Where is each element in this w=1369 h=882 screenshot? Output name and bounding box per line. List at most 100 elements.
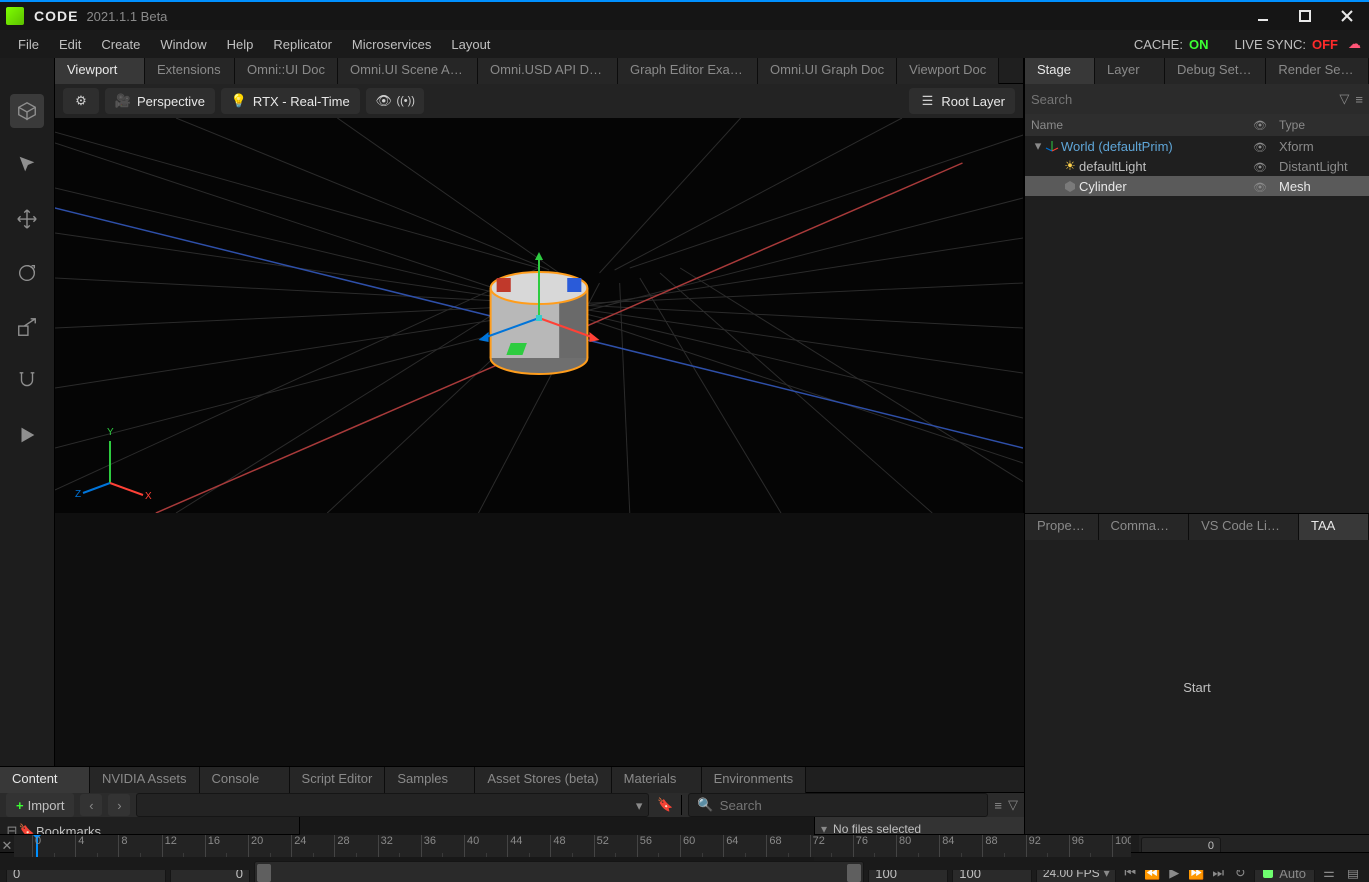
tab-viewport-doc[interactable]: Viewport Doc — [897, 58, 999, 84]
stage-row-cylinder[interactable]: Cylinder Mesh — [1025, 176, 1369, 196]
menu-replicator[interactable]: Replicator — [263, 33, 342, 56]
tab-samples[interactable]: Samples — [385, 767, 475, 793]
viewport-3d[interactable]: Y X Z — [55, 118, 1023, 513]
tab-vs-code-lin-[interactable]: VS Code Lin… — [1189, 514, 1299, 540]
tab-omni-ui-doc[interactable]: Omni::UI Doc — [235, 58, 338, 84]
stage-columns: Name Type — [1025, 114, 1369, 136]
tab-content[interactable]: Content — [0, 767, 90, 793]
rotate-tool-icon[interactable] — [10, 256, 44, 290]
chevron-down-icon: ▾ — [636, 798, 643, 814]
tab-script-editor[interactable]: Script Editor — [290, 767, 386, 793]
tab-commands[interactable]: Commands — [1099, 514, 1190, 540]
stage-tree[interactable]: ▾ World (defaultPrim) Xform ☀ defaultLig… — [1025, 136, 1369, 513]
options-icon[interactable]: ≡ — [1355, 92, 1363, 107]
layer-selector[interactable]: ☰Root Layer — [909, 88, 1015, 114]
bookmark-icon[interactable]: 🔖 — [655, 797, 675, 813]
menu-help[interactable]: Help — [217, 33, 264, 56]
tab-materials[interactable]: Materials — [612, 767, 702, 793]
tab-omni-ui-scene-api-[interactable]: Omni.UI Scene API… — [338, 58, 478, 84]
tree-expander-icon[interactable]: ▾ — [1033, 138, 1043, 154]
visibility-toggle[interactable] — [1247, 179, 1273, 194]
close-button[interactable] — [1337, 6, 1357, 26]
right-panel-tabs: StageLayerDebug Setti…Render Sett… — [1025, 58, 1369, 84]
bulb-icon: 💡 — [231, 93, 247, 109]
content-tab-bar: ContentNVIDIA AssetsConsoleScript Editor… — [0, 767, 1024, 793]
visibility-toggle[interactable] — [1247, 159, 1273, 174]
axes-icon — [1043, 139, 1061, 153]
tab-render-sett-[interactable]: Render Sett… — [1266, 58, 1369, 84]
content-search-input[interactable] — [720, 798, 980, 813]
tab-console[interactable]: Console — [200, 767, 290, 793]
cloud-icon[interactable]: ☁ — [1348, 36, 1361, 52]
app-version: 2021.1.1 Beta — [86, 9, 167, 24]
tab-property[interactable]: Property — [1025, 514, 1099, 540]
play-tool-icon[interactable] — [10, 418, 44, 452]
filter-icon[interactable]: ▽ — [1339, 91, 1349, 107]
cache-label: CACHE: — [1134, 37, 1183, 52]
nav-back-button[interactable]: ‹ — [80, 794, 102, 816]
timeline-ruler[interactable]: 0481216202428323640444852566064687276808… — [14, 835, 1131, 857]
live-sync-label: LIVE SYNC: — [1234, 37, 1306, 52]
stage-search-input[interactable] — [1031, 92, 1333, 107]
tab-omni-usd-api-doc-[interactable]: Omni.USD API Doc… — [478, 58, 618, 84]
tab-environments[interactable]: Environments — [702, 767, 806, 793]
filter-icon[interactable]: ▽ — [1008, 797, 1018, 813]
layers-icon: ☰ — [919, 93, 935, 109]
path-field[interactable]: ▾ — [136, 793, 649, 817]
scale-tool-icon[interactable] — [10, 310, 44, 344]
menu-create[interactable]: Create — [91, 33, 150, 56]
viewport-toolbar: ⚙ 🎥Perspective 💡RTX - Real-Time 👁((•)) ☰… — [55, 84, 1023, 118]
tab-graph-editor-exam-[interactable]: Graph Editor Exam… — [618, 58, 758, 84]
axis-gizmo[interactable]: Y X Z — [75, 423, 155, 503]
menu-file[interactable]: File — [8, 33, 49, 56]
eye-icon: 👁 — [376, 93, 392, 109]
renderer-selector[interactable]: 💡RTX - Real-Time — [221, 88, 360, 114]
stage-row-world-defaultprim-[interactable]: ▾ World (defaultPrim) Xform — [1025, 136, 1369, 156]
tab-layer[interactable]: Layer — [1095, 58, 1165, 84]
tab-asset-stores-beta-[interactable]: Asset Stores (beta) — [475, 767, 611, 793]
camera-icon: 🎥 — [115, 93, 131, 109]
move-tool-icon[interactable] — [10, 202, 44, 236]
menu-microservices[interactable]: Microservices — [342, 33, 441, 56]
camera-selector[interactable]: 🎥Perspective — [105, 88, 215, 114]
minimize-button[interactable] — [1253, 6, 1273, 26]
light-icon: ☀ — [1061, 158, 1079, 174]
app-name: CODE — [34, 8, 78, 24]
tab-stage[interactable]: Stage — [1025, 58, 1095, 84]
menu-edit[interactable]: Edit — [49, 33, 91, 56]
tab-omni-ui-graph-doc[interactable]: Omni.UI Graph Doc — [758, 58, 897, 84]
gear-icon: ⚙ — [73, 93, 89, 109]
tab-viewport[interactable]: Viewport — [55, 58, 145, 84]
visibility-button[interactable]: 👁((•)) — [366, 88, 424, 114]
tab-taa[interactable]: TAA — [1299, 514, 1369, 540]
viewport-settings-button[interactable]: ⚙ — [63, 88, 99, 114]
visibility-column-icon — [1253, 118, 1267, 132]
title-bar: CODE 2021.1.1 Beta — [0, 0, 1369, 30]
search-icon: 🔍 — [697, 797, 713, 813]
svg-text:Z: Z — [75, 489, 81, 500]
timeline-range-slider[interactable] — [254, 861, 864, 882]
tab-nvidia-assets[interactable]: NVIDIA Assets — [90, 767, 200, 793]
cube-tool-icon[interactable] — [10, 94, 44, 128]
visibility-toggle[interactable] — [1247, 139, 1273, 154]
right-bottom-tabs: PropertyCommandsVS Code Lin…TAA — [1025, 514, 1369, 540]
tab-extensions[interactable]: Extensions — [145, 58, 235, 84]
live-sync-value: OFF — [1312, 37, 1338, 52]
svg-text:Y: Y — [107, 427, 114, 438]
menu-window[interactable]: Window — [150, 33, 216, 56]
snap-tool-icon[interactable] — [10, 364, 44, 398]
taa-start-button[interactable]: Start — [1183, 680, 1210, 695]
cache-value: ON — [1189, 37, 1209, 52]
viewport-tool-strip — [0, 58, 55, 766]
svg-text:X: X — [145, 491, 152, 502]
select-tool-icon[interactable] — [10, 148, 44, 182]
menu-layout[interactable]: Layout — [441, 33, 500, 56]
import-button[interactable]: +Import — [6, 793, 74, 817]
tab-debug-setti-[interactable]: Debug Setti… — [1165, 58, 1266, 84]
list-options-icon[interactable]: ≡ — [994, 798, 1002, 813]
maximize-button[interactable] — [1295, 6, 1315, 26]
stage-row-defaultlight[interactable]: ☀ defaultLight DistantLight — [1025, 156, 1369, 176]
nav-fwd-button[interactable]: › — [108, 794, 130, 816]
menu-bar: FileEditCreateWindowHelpReplicatorMicros… — [0, 30, 1369, 58]
app-icon — [6, 7, 24, 25]
